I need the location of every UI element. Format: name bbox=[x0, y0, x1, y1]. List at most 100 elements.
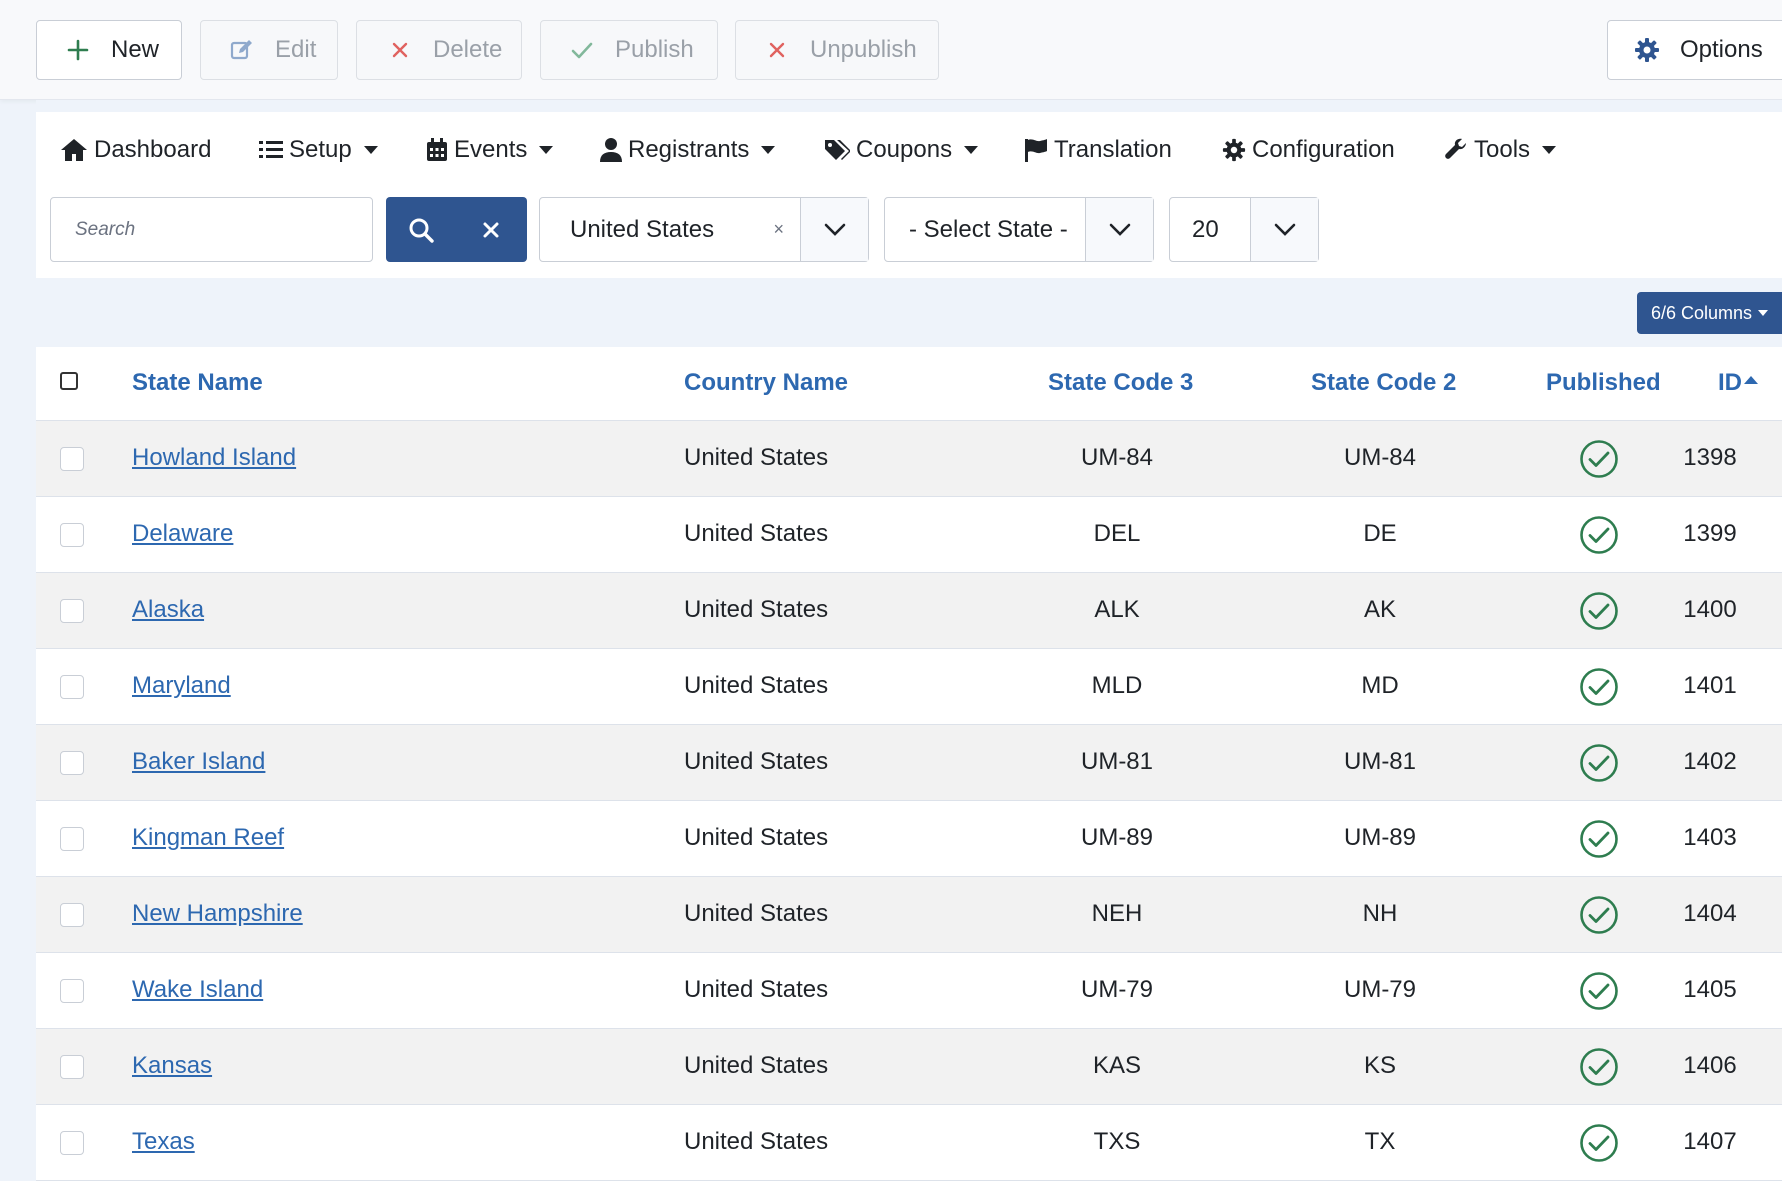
state-name-link[interactable]: Delaware bbox=[132, 520, 233, 548]
menu-tools-label: Tools bbox=[1474, 136, 1531, 163]
published-check-icon[interactable] bbox=[1579, 743, 1619, 783]
delete-button[interactable]: Delete bbox=[356, 20, 522, 80]
header-id[interactable]: ID bbox=[1718, 369, 1758, 397]
chevron-down-icon[interactable] bbox=[1085, 198, 1153, 261]
state-name-link[interactable]: Baker Island bbox=[132, 748, 265, 776]
state-code-3-cell: TXS bbox=[1093, 1128, 1141, 1155]
state-name-link[interactable]: Kingman Reef bbox=[132, 824, 284, 852]
state-select-value: - Select State - bbox=[909, 215, 1068, 243]
state-code-3-cell: DEL bbox=[1093, 520, 1141, 547]
published-check-icon[interactable] bbox=[1579, 591, 1619, 631]
state-name-link[interactable]: Howland Island bbox=[132, 444, 296, 472]
table-header: State Name Country Name State Code 3 Sta… bbox=[36, 347, 1782, 421]
menu-translation[interactable]: Translation bbox=[1024, 136, 1172, 164]
search-input[interactable] bbox=[50, 197, 373, 262]
menu-translation-label: Translation bbox=[1054, 136, 1172, 163]
edit-button[interactable]: Edit bbox=[200, 20, 338, 80]
gear-icon bbox=[1634, 37, 1660, 63]
id-cell: 1400 bbox=[1683, 596, 1737, 623]
table-row: Maryland United States MLD MD 1401 bbox=[36, 649, 1782, 725]
menu-events[interactable]: Events bbox=[426, 136, 554, 164]
limit-select-value: 20 bbox=[1192, 215, 1219, 243]
table-row: New Hampshire United States NEH NH 1404 bbox=[36, 877, 1782, 953]
published-check-icon[interactable] bbox=[1579, 819, 1619, 859]
header-country-name[interactable]: Country Name bbox=[684, 369, 848, 397]
state-name-link[interactable]: Texas bbox=[132, 1128, 195, 1156]
table-row: Kansas United States KAS KS 1406 bbox=[36, 1029, 1782, 1105]
country-name-cell: United States bbox=[684, 596, 829, 623]
menu-setup[interactable]: Setup bbox=[259, 136, 378, 164]
columns-toggle-label: 6/6 Columns bbox=[1651, 302, 1753, 323]
select-all-checkbox[interactable] bbox=[60, 372, 78, 390]
state-name-link[interactable]: Alaska bbox=[132, 596, 204, 624]
close-icon bbox=[483, 222, 499, 237]
state-code-2-cell: UM-84 bbox=[1343, 444, 1417, 471]
state-name-link[interactable]: Maryland bbox=[132, 672, 231, 700]
published-check-icon[interactable] bbox=[1579, 1123, 1619, 1163]
menu-coupons-label: Coupons bbox=[856, 136, 953, 163]
row-checkbox[interactable] bbox=[60, 447, 84, 471]
country-name-cell: United States bbox=[684, 520, 829, 547]
published-check-icon[interactable] bbox=[1579, 439, 1619, 479]
menu-tools[interactable]: Tools bbox=[1444, 136, 1557, 164]
tags-icon bbox=[825, 140, 850, 160]
row-checkbox[interactable] bbox=[60, 903, 84, 927]
country-select[interactable]: United States × bbox=[539, 197, 869, 262]
id-cell: 1405 bbox=[1683, 976, 1737, 1003]
row-checkbox[interactable] bbox=[60, 827, 84, 851]
row-checkbox[interactable] bbox=[60, 1055, 84, 1079]
row-checkbox[interactable] bbox=[60, 675, 84, 699]
table-row: Texas United States TXS TX 1407 bbox=[36, 1105, 1782, 1181]
row-checkbox[interactable] bbox=[60, 523, 84, 547]
columns-toggle-button[interactable]: 6/6 Columns bbox=[1637, 292, 1782, 334]
state-name-link[interactable]: Kansas bbox=[132, 1052, 212, 1080]
clear-search-button[interactable] bbox=[456, 197, 526, 262]
new-button[interactable]: New bbox=[36, 20, 182, 80]
row-checkbox[interactable] bbox=[60, 979, 84, 1003]
limit-select[interactable]: 20 bbox=[1169, 197, 1319, 262]
list-icon bbox=[259, 141, 283, 158]
state-select[interactable]: - Select State - bbox=[884, 197, 1154, 262]
row-checkbox[interactable] bbox=[60, 1131, 84, 1155]
header-state-name[interactable]: State Name bbox=[132, 369, 263, 397]
header-id-label: ID bbox=[1718, 369, 1742, 396]
user-icon bbox=[600, 138, 622, 162]
published-check-icon[interactable] bbox=[1579, 515, 1619, 555]
menu-coupons[interactable]: Coupons bbox=[824, 136, 979, 164]
menu-registrants[interactable]: Registrants bbox=[600, 136, 776, 164]
menu-configuration[interactable]: Configuration bbox=[1222, 136, 1395, 164]
state-name-link[interactable]: New Hampshire bbox=[132, 900, 303, 928]
country-name-cell: United States bbox=[684, 672, 829, 699]
state-code-3-cell: UM-81 bbox=[1080, 748, 1154, 775]
edit-icon bbox=[229, 37, 255, 63]
chevron-down-icon[interactable] bbox=[800, 198, 868, 261]
clear-country-button[interactable]: × bbox=[773, 219, 784, 240]
state-code-3-cell: NEH bbox=[1091, 900, 1143, 927]
caret-down-icon bbox=[761, 146, 776, 154]
published-check-icon[interactable] bbox=[1579, 971, 1619, 1011]
published-check-icon[interactable] bbox=[1579, 1047, 1619, 1087]
header-published[interactable]: Published bbox=[1546, 369, 1661, 397]
search-button[interactable] bbox=[386, 197, 456, 262]
state-code-3-cell: UM-89 bbox=[1080, 824, 1154, 851]
edit-label: Edit bbox=[275, 36, 317, 63]
wrench-icon bbox=[1445, 138, 1466, 159]
table-row: Kingman Reef United States UM-89 UM-89 1… bbox=[36, 801, 1782, 877]
options-button[interactable]: Options bbox=[1607, 20, 1782, 80]
menu-setup-label: Setup bbox=[289, 136, 352, 163]
country-select-value: United States bbox=[570, 215, 715, 243]
row-checkbox[interactable] bbox=[60, 751, 84, 775]
published-check-icon[interactable] bbox=[1579, 895, 1619, 935]
published-check-icon[interactable] bbox=[1579, 667, 1619, 707]
chevron-down-icon[interactable] bbox=[1250, 198, 1318, 261]
state-name-link[interactable]: Wake Island bbox=[132, 976, 263, 1004]
menu-events-label: Events bbox=[454, 136, 528, 163]
id-cell: 1407 bbox=[1683, 1128, 1737, 1155]
menu-dashboard[interactable]: Dashboard bbox=[60, 136, 211, 164]
publish-button[interactable]: Publish bbox=[540, 20, 718, 80]
header-state-code-2[interactable]: State Code 2 bbox=[1311, 369, 1456, 397]
header-state-code-3[interactable]: State Code 3 bbox=[1048, 369, 1193, 397]
row-checkbox[interactable] bbox=[60, 599, 84, 623]
state-code-2-cell: TX bbox=[1364, 1128, 1396, 1155]
unpublish-button[interactable]: Unpublish bbox=[735, 20, 939, 80]
